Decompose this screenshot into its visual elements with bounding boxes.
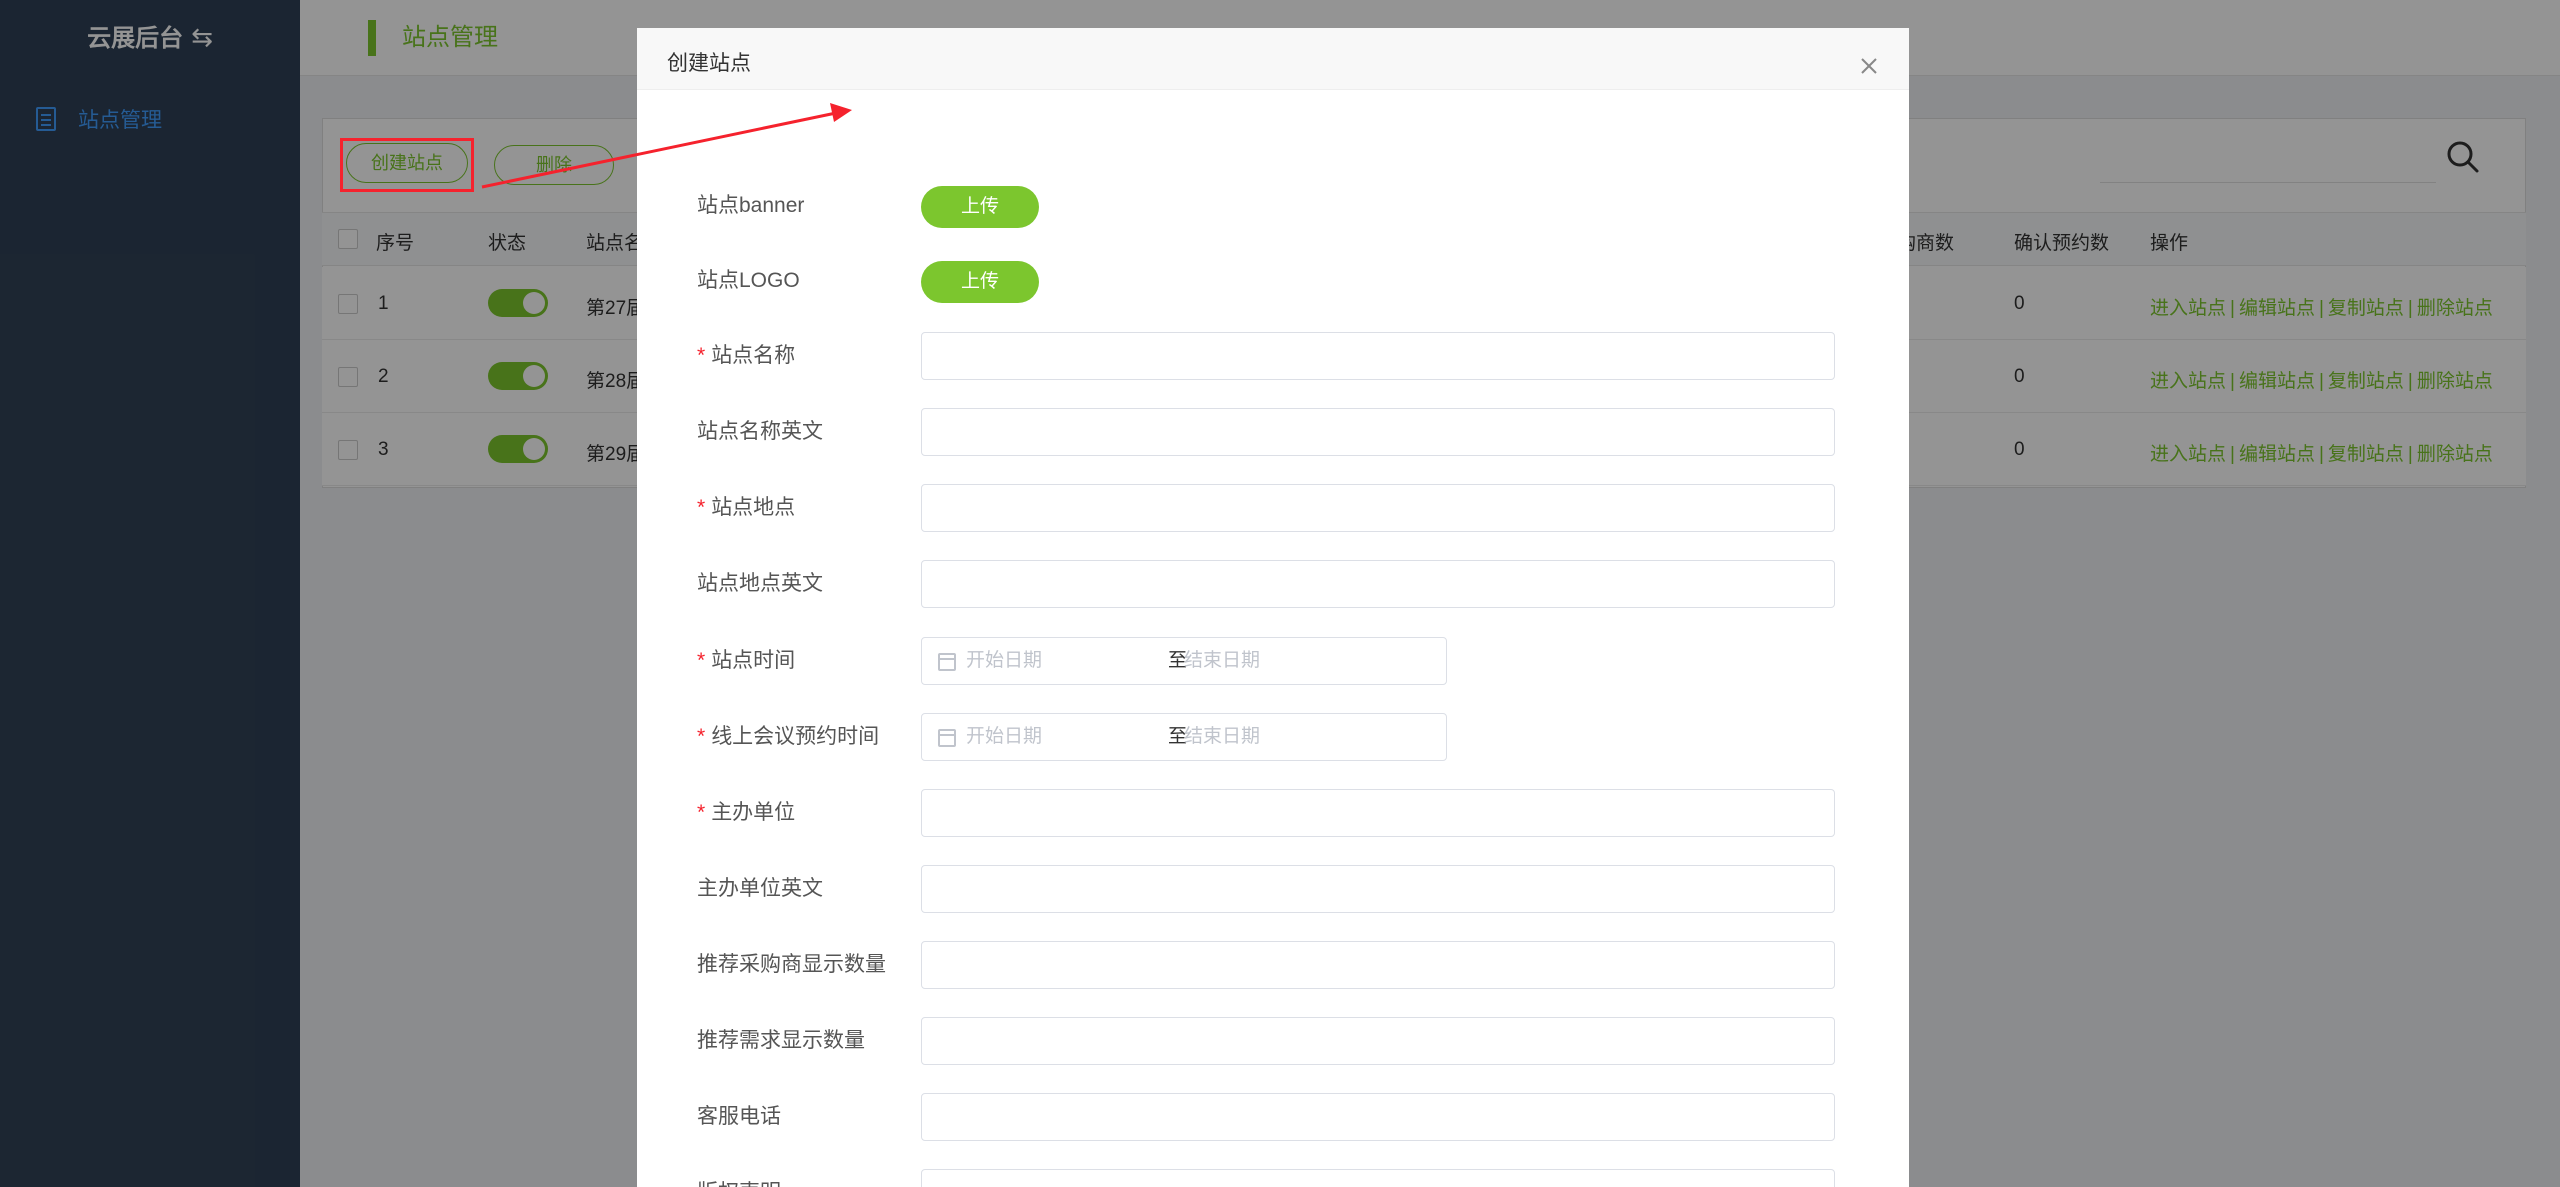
annotation-highlight-box <box>340 138 474 192</box>
form-row-location: * 站点地点 <box>697 483 1877 533</box>
form-row-location-en: 站点地点英文 <box>697 559 1877 609</box>
site-name-label: * 站点名称 <box>697 331 795 381</box>
form-row-organizer: * 主办单位 <box>697 788 1877 838</box>
required-mark: * <box>697 496 706 519</box>
dialog-title: 创建站点 <box>667 52 751 75</box>
form-row-meeting-time: * 线上会议预约时间 开始日期 至 结束日期 <box>697 712 1877 762</box>
start-date-input[interactable]: 开始日期 <box>966 638 1042 684</box>
site-name-en-label: 站点名称英文 <box>697 420 823 443</box>
meeting-time-date-range[interactable]: 开始日期 至 结束日期 <box>921 713 1447 761</box>
organizer-label-text: 主办单位 <box>711 801 796 824</box>
form-row-rec-demands: 推荐需求显示数量 <box>697 1016 1877 1066</box>
organizer-en-input[interactable] <box>921 865 1835 913</box>
site-time-date-range[interactable]: 开始日期 至 结束日期 <box>921 637 1447 685</box>
calendar-icon <box>938 653 956 671</box>
close-icon[interactable] <box>1859 56 1879 76</box>
start-date-input[interactable]: 开始日期 <box>966 714 1042 760</box>
phone-label: 客服电话 <box>697 1105 781 1128</box>
rec-buyers-label: 推荐采购商显示数量 <box>697 953 886 976</box>
form-row-time: * 站点时间 开始日期 至 结束日期 <box>697 636 1877 686</box>
required-mark: * <box>697 344 706 367</box>
organizer-input[interactable] <box>921 789 1835 837</box>
site-name-en-input[interactable] <box>921 408 1835 456</box>
location-label-text: 站点地点 <box>711 496 796 519</box>
banner-upload-button[interactable]: 上传 <box>921 186 1039 228</box>
meeting-time-label-text: 线上会议预约时间 <box>711 725 880 748</box>
calendar-icon <box>938 729 956 747</box>
location-label: * 站点地点 <box>697 483 795 533</box>
form-row-rec-buyers: 推荐采购商显示数量 <box>697 940 1877 990</box>
end-date-input[interactable]: 结束日期 <box>1184 638 1260 684</box>
meeting-time-label: * 线上会议预约时间 <box>697 712 879 762</box>
site-name-input[interactable] <box>921 332 1835 380</box>
phone-input[interactable] <box>921 1093 1835 1141</box>
rec-demands-label: 推荐需求显示数量 <box>697 1029 865 1052</box>
site-time-label-text: 站点时间 <box>711 649 796 672</box>
end-date-input[interactable]: 结束日期 <box>1184 714 1260 760</box>
rec-demands-input[interactable] <box>921 1017 1835 1065</box>
logo-label: 站点LOGO <box>697 269 800 292</box>
form-row-partial: 版权声明 <box>697 1168 1877 1187</box>
rec-buyers-input[interactable] <box>921 941 1835 989</box>
location-en-input[interactable] <box>921 560 1835 608</box>
logo-upload-button[interactable]: 上传 <box>921 261 1039 303</box>
form-row-phone: 客服电话 <box>697 1092 1877 1142</box>
location-input[interactable] <box>921 484 1835 532</box>
dialog-header: 创建站点 <box>637 28 1909 90</box>
required-mark: * <box>697 725 706 748</box>
form-row-logo: 站点LOGO 上传 <box>697 256 1877 306</box>
site-name-label-text: 站点名称 <box>711 344 796 367</box>
form-row-organizer-en: 主办单位英文 <box>697 864 1877 914</box>
form-row-name-en: 站点名称英文 <box>697 407 1877 457</box>
partial-input[interactable] <box>921 1169 1835 1187</box>
form-row-banner: 站点banner 上传 <box>697 181 1877 231</box>
banner-label: 站点banner <box>697 194 805 217</box>
organizer-label: * 主办单位 <box>697 788 795 838</box>
form-row-name: * 站点名称 <box>697 331 1877 381</box>
required-mark: * <box>697 801 706 824</box>
partial-label: 版权声明 <box>697 1168 781 1187</box>
organizer-en-label: 主办单位英文 <box>697 877 823 900</box>
required-mark: * <box>697 649 706 672</box>
site-time-label: * 站点时间 <box>697 636 795 686</box>
location-en-label: 站点地点英文 <box>697 572 823 595</box>
create-site-dialog: 创建站点 站点banner 上传 站点LOGO 上传 * 站点名称 站点名称英文 … <box>637 28 1909 1187</box>
